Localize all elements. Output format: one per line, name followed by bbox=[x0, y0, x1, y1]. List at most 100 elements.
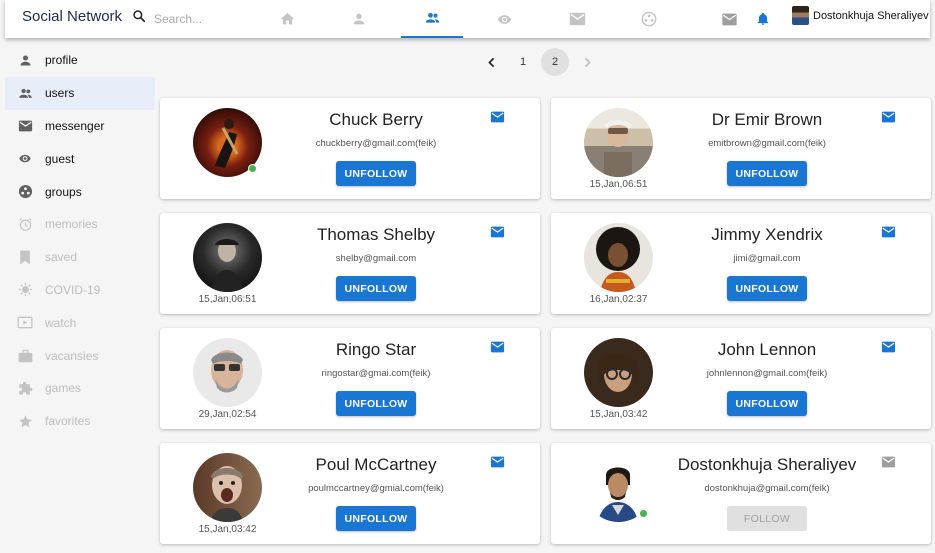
unfollow-button[interactable]: UNFOLLOW bbox=[336, 506, 416, 531]
last-seen: 16,Jan,02:37 bbox=[589, 294, 648, 305]
user-email: emitbrown@gmail.com(feik) bbox=[708, 138, 826, 149]
unfollow-button[interactable]: UNFOLLOW bbox=[727, 391, 807, 416]
unfollow-button[interactable]: UNFOLLOW bbox=[336, 161, 416, 186]
unfollow-button[interactable]: UNFOLLOW bbox=[336, 391, 416, 416]
mail-icon bbox=[722, 13, 737, 25]
sidebar-item-label: guest bbox=[45, 151, 75, 166]
unfollow-button[interactable]: UNFOLLOW bbox=[727, 276, 807, 301]
groups-icon bbox=[641, 11, 657, 27]
avatar[interactable] bbox=[193, 223, 262, 292]
sidebar-item-label: users bbox=[45, 86, 75, 101]
sidebar-item-messenger[interactable]: messenger bbox=[5, 110, 155, 143]
pagination: 1 2 bbox=[477, 48, 605, 76]
bell-icon bbox=[757, 12, 769, 25]
unfollow-button[interactable]: UNFOLLOW bbox=[336, 276, 416, 301]
alarm-icon bbox=[18, 217, 32, 231]
mail-icon bbox=[18, 120, 32, 132]
chevron-left-icon bbox=[487, 57, 494, 67]
mail-icon bbox=[881, 226, 896, 238]
avatar[interactable] bbox=[193, 338, 262, 407]
user-name[interactable]: Chuck Berry bbox=[276, 110, 476, 130]
prev-page-button[interactable] bbox=[477, 48, 505, 76]
user-name[interactable]: Poul McCartney bbox=[276, 455, 476, 475]
person-icon bbox=[353, 13, 365, 25]
last-seen: 15,Jan,03:42 bbox=[589, 409, 648, 420]
user-email: johnlennon@gmail.com(feik) bbox=[706, 368, 828, 379]
sidebar-item-label: groups bbox=[45, 184, 82, 199]
notifications-button[interactable] bbox=[756, 0, 770, 38]
user-card: 16,Jan,02:37 Jimmy Xendrix jimi@gmail.co… bbox=[551, 213, 931, 314]
user-name[interactable]: John Lennon bbox=[667, 340, 867, 360]
avatar[interactable] bbox=[584, 108, 653, 177]
message-button[interactable] bbox=[490, 455, 505, 473]
message-button[interactable] bbox=[881, 110, 896, 128]
tab-users[interactable] bbox=[401, 0, 463, 38]
chevron-right-icon bbox=[584, 57, 591, 67]
tab-profile[interactable] bbox=[328, 0, 390, 38]
user-name[interactable]: Dr Emir Brown bbox=[667, 110, 867, 130]
user-email: shelby@gmail.com bbox=[335, 253, 417, 264]
eye-icon bbox=[497, 14, 511, 24]
next-page-button bbox=[573, 48, 601, 76]
people-icon bbox=[18, 88, 32, 98]
page-button-1[interactable]: 1 bbox=[509, 48, 537, 76]
mail-icon bbox=[881, 111, 896, 123]
sidebar-item-groups[interactable]: groups bbox=[5, 175, 155, 208]
app-bar: Social Network Dostonkhuja Sheraliyev bbox=[5, 0, 930, 38]
search-box[interactable] bbox=[132, 9, 254, 28]
user-name[interactable]: Dostonkhuja Sheraliyev bbox=[667, 455, 867, 475]
mail-icon bbox=[490, 226, 505, 238]
sidebar-item-memories: memories bbox=[5, 208, 155, 241]
message-button[interactable] bbox=[490, 110, 505, 128]
user-name[interactable]: Jimmy Xendrix bbox=[667, 225, 867, 245]
avatar[interactable] bbox=[193, 453, 262, 522]
home-icon bbox=[280, 13, 294, 25]
page-button-2[interactable]: 2 bbox=[541, 48, 569, 76]
tab-home[interactable] bbox=[256, 0, 318, 38]
tab-groups[interactable] bbox=[618, 0, 680, 38]
sidebar: profile users messenger guest groups mem… bbox=[5, 44, 155, 438]
user-card: Dostonkhuja Sheraliyev dostonkhuja@gmail… bbox=[551, 443, 931, 544]
mail-icon bbox=[881, 341, 896, 353]
sidebar-item-saved: saved bbox=[5, 241, 155, 274]
user-email: jimi@gmail.com bbox=[733, 253, 801, 264]
person-icon bbox=[20, 55, 30, 66]
header-user[interactable]: Dostonkhuja Sheraliyev bbox=[792, 6, 929, 25]
message-button[interactable] bbox=[881, 225, 896, 243]
search-input[interactable] bbox=[154, 11, 254, 26]
puzzle-icon bbox=[18, 381, 32, 395]
header-messages-button[interactable] bbox=[721, 0, 738, 38]
mail-icon bbox=[490, 341, 505, 353]
bookmark-icon bbox=[20, 250, 30, 264]
avatar[interactable] bbox=[584, 223, 653, 292]
sidebar-item-label: memories bbox=[45, 217, 98, 232]
user-email: chuckberry@gmail.com(feik) bbox=[315, 138, 437, 149]
tab-messenger[interactable] bbox=[546, 0, 608, 38]
user-name[interactable]: Ringo Star bbox=[276, 340, 476, 360]
last-seen: 15,Jan,06:51 bbox=[589, 179, 648, 190]
search-icon[interactable] bbox=[132, 9, 146, 28]
eye-icon bbox=[19, 154, 31, 163]
avatar[interactable] bbox=[584, 338, 653, 407]
message-button[interactable] bbox=[490, 340, 505, 358]
people-icon bbox=[425, 13, 439, 23]
sidebar-item-guest[interactable]: guest bbox=[5, 142, 155, 175]
tab-guest[interactable] bbox=[473, 0, 535, 38]
user-name[interactable]: Thomas Shelby bbox=[276, 225, 476, 245]
unfollow-button[interactable]: UNFOLLOW bbox=[727, 161, 807, 186]
sidebar-item-covid: COVID-19 bbox=[5, 274, 155, 307]
sidebar-item-label: favorites bbox=[45, 414, 91, 429]
message-button[interactable] bbox=[490, 225, 505, 243]
sidebar-item-vacansies: vacansies bbox=[5, 339, 155, 372]
sidebar-item-profile[interactable]: profile bbox=[5, 44, 155, 77]
message-button[interactable] bbox=[881, 340, 896, 358]
sidebar-item-label: COVID-19 bbox=[45, 282, 101, 297]
sidebar-item-label: messenger bbox=[45, 118, 105, 133]
app-title[interactable]: Social Network bbox=[22, 8, 122, 25]
last-seen: 15,Jan,03:42 bbox=[198, 524, 257, 535]
user-card: 29,Jan,02:54 Ringo Star ringostar@gmai.c… bbox=[160, 328, 540, 429]
sidebar-item-label: saved bbox=[45, 250, 78, 265]
last-seen: 29,Jan,02:54 bbox=[198, 409, 257, 420]
sidebar-item-users[interactable]: users bbox=[5, 76, 155, 110]
last-seen: 15,Jan,06:51 bbox=[198, 294, 257, 305]
